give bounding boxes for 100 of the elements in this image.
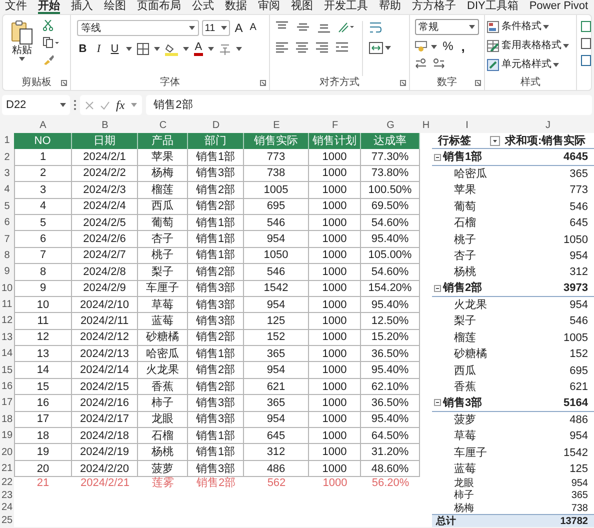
ribbon-tab[interactable]: 页面布局 (137, 0, 181, 14)
row-number[interactable]: 3 (0, 166, 14, 182)
column-header[interactable]: J (502, 119, 594, 133)
text-orientation-icon[interactable] (338, 21, 354, 33)
ribbon-tab[interactable]: 绘图 (104, 0, 126, 14)
dialog-launcher-icon[interactable] (475, 80, 482, 86)
row-number[interactable]: 8 (0, 248, 14, 264)
middle-align-icon[interactable] (296, 21, 310, 33)
collapse-icon[interactable] (434, 154, 441, 161)
row-number[interactable]: 13 (0, 330, 14, 346)
ribbon-tab[interactable]: 方方格子 (412, 0, 456, 14)
ribbon-tab[interactable]: 审阅 (258, 0, 280, 14)
column-header[interactable]: I (432, 119, 502, 133)
dialog-launcher-icon[interactable] (400, 80, 406, 86)
row-number[interactable]: 17 (0, 395, 14, 412)
paintbrush-icon[interactable] (43, 54, 54, 65)
caret-icon[interactable] (154, 47, 160, 51)
font-name-field[interactable]: 等线 (76, 20, 199, 36)
collapse-icon[interactable] (434, 399, 441, 406)
merge-cells-icon[interactable] (369, 42, 384, 54)
name-box[interactable]: D22 (2, 95, 70, 115)
style-command-button[interactable]: 套用表格格式 (487, 38, 574, 54)
ribbon-tab[interactable]: 视图 (291, 0, 313, 14)
copy-icon[interactable] (43, 37, 59, 48)
ribbon-tab[interactable]: 开发工具 (324, 0, 368, 14)
dialog-launcher-icon[interactable] (60, 80, 67, 86)
accounting-format-icon[interactable] (414, 41, 427, 52)
align-center-icon[interactable] (295, 41, 310, 53)
ribbon-tab[interactable]: 插入 (71, 0, 93, 14)
caret-icon[interactable] (208, 47, 214, 51)
bold-button[interactable]: B (76, 42, 89, 56)
row-number[interactable]: 15 (0, 362, 14, 379)
style-command-button[interactable]: 条件格式 (487, 19, 574, 35)
decrease-indent-icon[interactable] (335, 41, 350, 53)
column-header[interactable]: C (138, 119, 188, 133)
row-number[interactable]: 4 (0, 182, 14, 199)
decrease-decimal-icon[interactable] (432, 58, 445, 69)
row-number[interactable]: 24 (0, 502, 14, 514)
row-number[interactable]: 19 (0, 428, 14, 444)
caret-icon[interactable] (236, 47, 242, 51)
grow-font-button[interactable]: A (232, 21, 245, 35)
ribbon-tab[interactable]: 数据 (225, 0, 247, 14)
scissors-icon[interactable] (43, 20, 53, 31)
row-number[interactable]: 10 (0, 280, 14, 297)
ribbon-tab[interactable]: 帮助 (379, 0, 401, 14)
caret-icon[interactable] (126, 47, 132, 51)
row-number[interactable]: 23 (0, 490, 14, 502)
italic-button[interactable]: I (94, 42, 104, 56)
ribbon-tab[interactable]: DIY工具箱 (467, 0, 518, 14)
row-number[interactable]: 21 (0, 460, 14, 478)
collapse-icon[interactable] (434, 284, 441, 292)
font-size-field[interactable]: 11 (202, 20, 230, 36)
row-number[interactable]: 20 (0, 444, 14, 461)
column-header[interactable]: G (361, 119, 420, 133)
align-right-icon[interactable] (315, 41, 330, 53)
paste-button[interactable]: 粘贴 (7, 19, 37, 76)
dialog-launcher-icon[interactable] (260, 80, 266, 86)
row-number[interactable]: 22 (0, 477, 14, 490)
ribbon-tab[interactable]: Power Pivot (529, 0, 588, 14)
phonetic-icon[interactable] (219, 43, 232, 55)
wrap-text-icon[interactable] (369, 21, 382, 34)
column-header[interactable]: F (309, 119, 361, 133)
row-number[interactable]: 25 (0, 514, 14, 527)
column-header[interactable]: B (72, 119, 138, 133)
row-number[interactable]: 7 (0, 231, 14, 248)
formula-field[interactable]: 销售2部 (146, 95, 592, 115)
row-number[interactable]: 14 (0, 346, 14, 362)
caret-icon[interactable] (182, 47, 189, 51)
insert-function-button[interactable]: fx (116, 98, 125, 112)
caret-icon[interactable] (430, 44, 437, 48)
increase-decimal-icon[interactable] (414, 58, 427, 69)
shrink-font-button[interactable]: A (248, 21, 258, 35)
row-number[interactable]: 2 (0, 149, 14, 166)
comma-style-button[interactable]: , (459, 40, 467, 53)
column-header[interactable]: H (420, 119, 432, 133)
checkmark-icon[interactable] (100, 100, 110, 110)
ribbon-tab[interactable]: 文件 (5, 0, 27, 14)
row-number[interactable]: 18 (0, 412, 14, 428)
filter-dropdown-icon[interactable] (490, 136, 500, 146)
row-number[interactable]: 1 (0, 133, 14, 150)
row-number[interactable]: 12 (0, 313, 14, 330)
borders-icon[interactable] (136, 43, 149, 55)
row-number[interactable]: 5 (0, 198, 14, 215)
row-number[interactable]: 11 (0, 296, 14, 314)
align-left-icon[interactable] (275, 41, 290, 53)
underline-button[interactable]: U (108, 42, 121, 56)
percent-button[interactable]: % (440, 40, 456, 53)
font-color-button[interactable]: A (194, 42, 204, 56)
row-number[interactable]: 16 (0, 378, 14, 396)
caret-icon[interactable] (385, 46, 392, 50)
column-header[interactable]: D (188, 119, 244, 133)
row-number[interactable]: 9 (0, 264, 14, 281)
table-cell: 69.50% (361, 198, 420, 215)
number-format-field[interactable]: 常规 (414, 19, 479, 35)
style-command-button[interactable]: 单元格样式 (487, 57, 574, 73)
fill-bucket-icon[interactable] (164, 42, 178, 56)
row-number[interactable]: 6 (0, 214, 14, 232)
column-header[interactable]: A (14, 119, 72, 133)
ribbon-tab[interactable]: 公式 (192, 0, 214, 14)
column-header[interactable]: E (244, 119, 309, 133)
